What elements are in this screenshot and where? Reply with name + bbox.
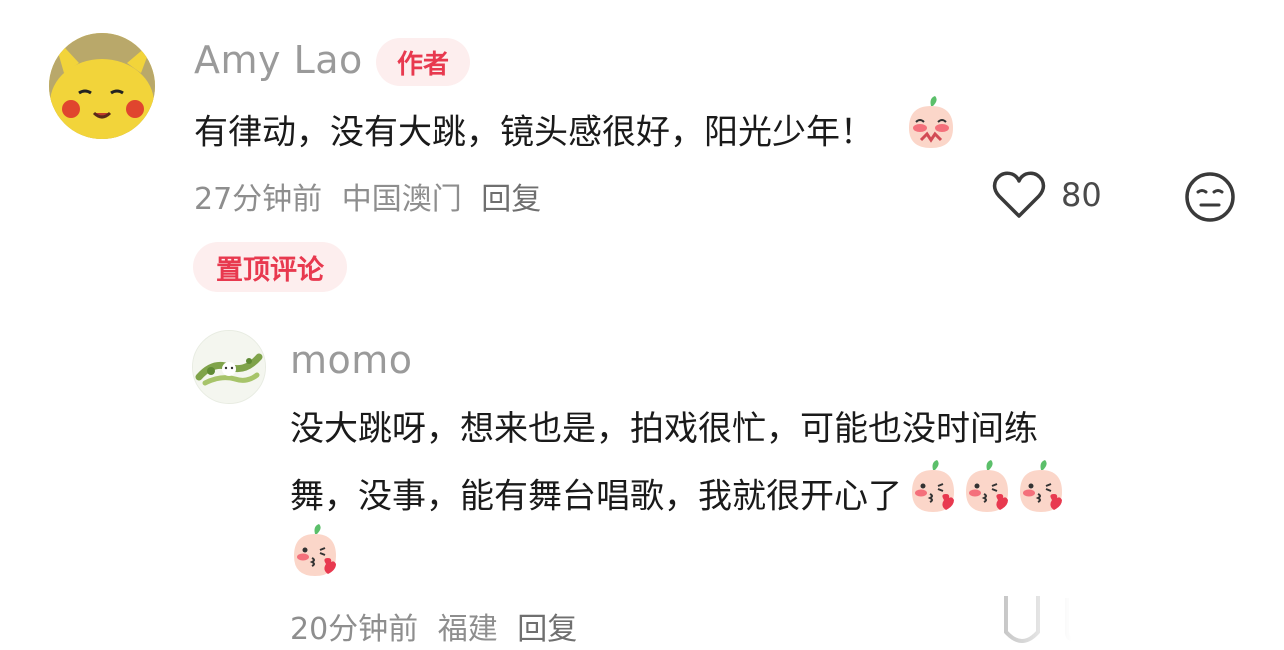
heart-outline-icon — [992, 171, 1046, 218]
reply-text-line2: 舞，没事，能有舞台唱歌，我就很开心了 — [290, 460, 1066, 536]
reply-time: 20分钟前 — [290, 612, 419, 647]
comment-text: 有律动，没有大跳，镜头感很好，阳光少年！ — [194, 96, 957, 172]
kissing-peach-emoji — [908, 460, 958, 536]
pinned-badge: 置顶评论 — [193, 242, 347, 292]
reply-meta: 20分钟前 福建 回复 — [290, 604, 577, 648]
neutral-face-icon — [1185, 172, 1235, 222]
reply-author-name[interactable]: momo — [290, 338, 413, 382]
kissing-peach-emoji — [1016, 460, 1066, 536]
reply-text-line1: 没大跳呀，想来也是，拍戏很忙，可能也没时间练 — [290, 409, 1038, 449]
blushing-peach-emoji — [905, 96, 957, 172]
reply-reply-button[interactable]: 回复 — [517, 612, 577, 647]
kissing-peach-emoji — [290, 524, 340, 582]
reply-text-body: 舞，没事，能有舞台唱歌，我就很开心了 — [290, 476, 902, 517]
author-avatar[interactable] — [49, 33, 155, 139]
kissing-peach-emoji — [962, 460, 1012, 536]
reply-emoji-line — [290, 524, 340, 582]
emoji-row — [902, 460, 1066, 517]
dislike-button[interactable] — [1184, 171, 1236, 223]
like-button[interactable] — [992, 170, 1046, 222]
reply-author-avatar[interactable] — [192, 330, 266, 404]
fade-overlay — [930, 588, 1284, 647]
author-badge: 作者 — [376, 38, 470, 86]
reply-button[interactable]: 回复 — [481, 182, 541, 217]
comment-location: 中国澳门 — [341, 182, 462, 217]
author-name[interactable]: Amy Lao — [194, 38, 363, 82]
comment-time: 27分钟前 — [194, 182, 323, 217]
comment-meta: 27分钟前 中国澳门 回复 — [194, 174, 541, 218]
like-count: 80 — [1061, 176, 1102, 214]
reply-location: 福建 — [437, 612, 498, 647]
comment-body: 有律动，没有大跳，镜头感很好，阳光少年！ — [194, 112, 874, 153]
